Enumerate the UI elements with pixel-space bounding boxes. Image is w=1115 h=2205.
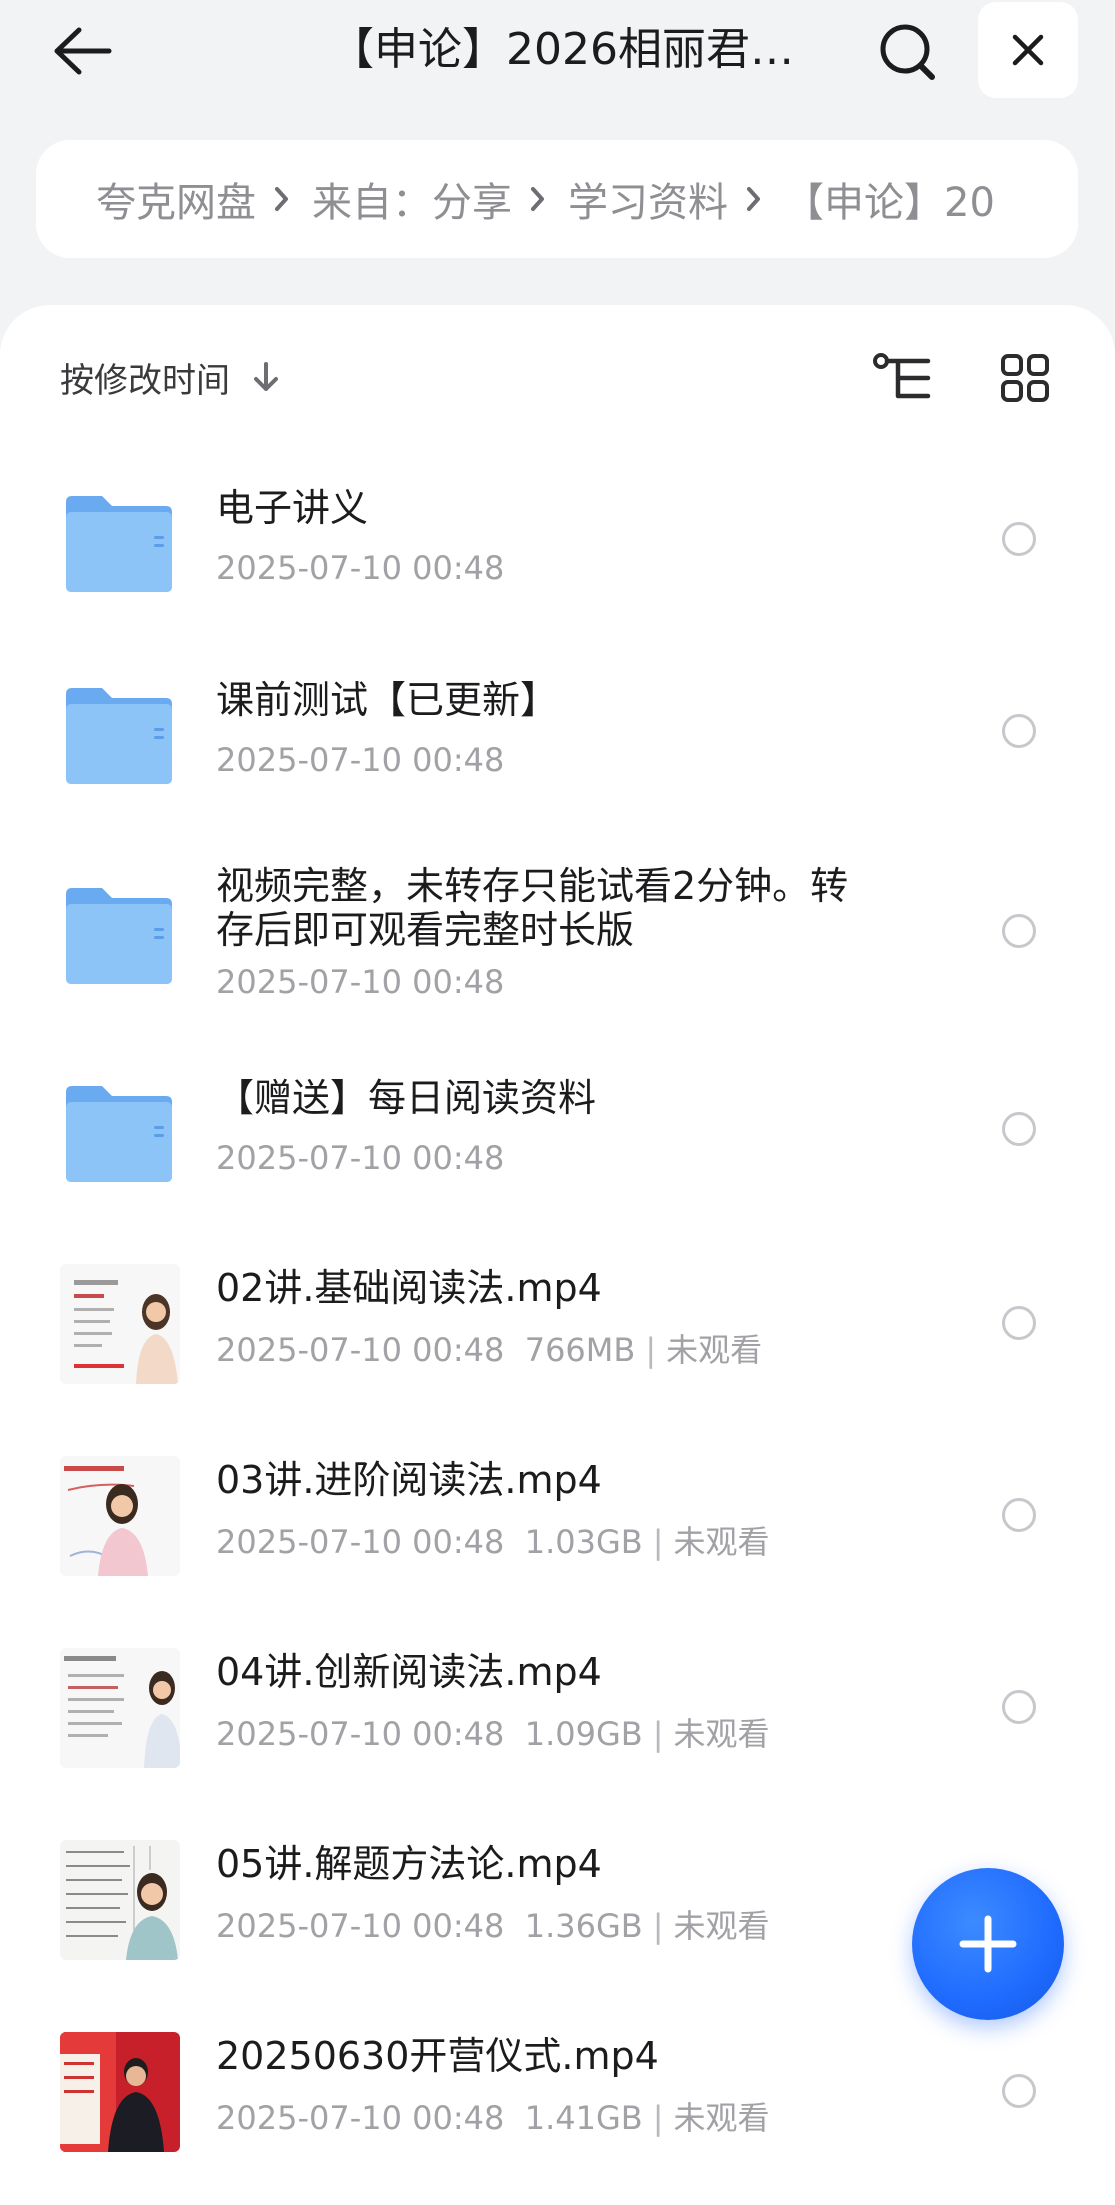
video-thumbnail (60, 1456, 180, 1576)
page-title: 【申论】2026相丽君… (330, 24, 794, 75)
video-thumbnail (60, 1648, 180, 1768)
meta-divider: | (652, 2099, 664, 2137)
close-button[interactable] (978, 2, 1078, 98)
file-date: 2025-07-10 00:48 (216, 1715, 505, 1753)
folder-icon (62, 884, 176, 988)
list-item[interactable]: 【赠送】每日阅读资料 2025-07-10 00:48 (0, 1050, 1115, 1210)
search-icon (880, 24, 935, 80)
arrow-down-icon (252, 361, 280, 393)
folder-icon (62, 492, 176, 596)
select-radio[interactable] (1002, 1690, 1036, 1724)
grid-view-button[interactable] (994, 345, 1056, 411)
video-thumbnail (60, 2032, 180, 2152)
file-meta: 2025-07-10 00:48 1.03GB | 未观看 (216, 1522, 770, 1562)
file-date: 2025-07-10 00:48 (216, 1331, 505, 1369)
file-meta: 2025-07-10 00:48 1.36GB | 未观看 (216, 1906, 770, 1946)
file-name: 课前测试【已更新】 (216, 678, 559, 722)
select-radio[interactable] (1002, 1306, 1036, 1340)
meta-divider: | (652, 1907, 664, 1945)
file-meta: 2025-07-10 00:48 (216, 548, 504, 588)
chevron-right-icon (530, 186, 546, 212)
top-bar: 【申论】2026相丽君… (0, 0, 1115, 110)
list-item[interactable]: 电子讲义 2025-07-10 00:48 (0, 460, 1115, 620)
meta-divider: | (645, 1331, 657, 1369)
file-date: 2025-07-10 00:48 (216, 549, 505, 587)
select-radio[interactable] (1002, 914, 1036, 948)
file-name: 03讲.进阶阅读法.mp4 (216, 1458, 602, 1502)
breadcrumb-item-study[interactable]: 学习资料 (568, 170, 728, 228)
watch-status: 未观看 (673, 1715, 770, 1753)
plus-icon (959, 1915, 1017, 1973)
chevron-right-icon (274, 186, 290, 212)
file-meta: 2025-07-10 00:48 1.09GB | 未观看 (216, 1714, 770, 1754)
file-size: 1.36GB (524, 1907, 643, 1945)
sort-control[interactable]: 按修改时间 (60, 352, 280, 402)
chevron-right-icon (746, 186, 762, 212)
grid-view-icon (1001, 354, 1049, 402)
file-date: 2025-07-10 00:48 (216, 741, 505, 779)
folder-icon (62, 684, 176, 788)
close-icon (1012, 34, 1044, 66)
arrow-left-icon (54, 27, 112, 75)
select-radio[interactable] (1002, 1498, 1036, 1532)
file-size: 1.41GB (524, 2099, 643, 2137)
back-button[interactable] (44, 18, 120, 84)
file-size: 1.03GB (524, 1523, 643, 1561)
file-date: 2025-07-10 00:48 (216, 963, 505, 1001)
list-item[interactable]: 20250630开营仪式.mp4 2025-07-10 00:48 1.41GB… (0, 2010, 1115, 2170)
file-size: 1.09GB (524, 1715, 643, 1753)
file-meta: 2025-07-10 00:48 766MB | 未观看 (216, 1330, 762, 1370)
list-item[interactable]: 课前测试【已更新】 2025-07-10 00:48 (0, 652, 1115, 812)
video-thumbnail (60, 1264, 180, 1384)
tree-view-button[interactable] (868, 345, 938, 411)
meta-divider: | (652, 1523, 664, 1561)
file-name: 04讲.创新阅读法.mp4 (216, 1650, 602, 1694)
select-radio[interactable] (1002, 714, 1036, 748)
file-name: 05讲.解题方法论.mp4 (216, 1842, 602, 1886)
breadcrumb: 夸克网盘 来自：分享 学习资料 【申论】20 (36, 140, 1078, 258)
watch-status: 未观看 (673, 1907, 770, 1945)
file-size: 766MB (524, 1331, 636, 1369)
file-meta: 2025-07-10 00:48 1.41GB | 未观看 (216, 2098, 770, 2138)
meta-divider: | (652, 1715, 664, 1753)
list-item[interactable]: 02讲.基础阅读法.mp4 2025-07-10 00:48 766MB | 未观看 (0, 1242, 1115, 1402)
breadcrumb-item-current[interactable]: 【申论】20 (784, 170, 995, 228)
tree-view-icon (873, 353, 931, 399)
breadcrumb-item-root[interactable]: 夸克网盘 (96, 170, 256, 228)
select-radio[interactable] (1002, 522, 1036, 556)
file-date: 2025-07-10 00:48 (216, 2099, 505, 2137)
search-button[interactable] (870, 14, 946, 90)
watch-status: 未观看 (673, 1523, 770, 1561)
select-radio[interactable] (1002, 1112, 1036, 1146)
video-thumbnail (60, 1840, 180, 1960)
file-name: 【赠送】每日阅读资料 (216, 1076, 597, 1120)
file-name: 02讲.基础阅读法.mp4 (216, 1266, 602, 1310)
breadcrumb-item-share[interactable]: 来自：分享 (312, 170, 512, 228)
watch-status: 未观看 (666, 1331, 763, 1369)
file-meta: 2025-07-10 00:48 (216, 740, 504, 780)
list-item[interactable]: 04讲.创新阅读法.mp4 2025-07-10 00:48 1.09GB | 未观… (0, 1626, 1115, 1786)
list-item[interactable]: 视频完整，未转存只能试看2分钟。转存后即可观看完整时长版 2025-07-10 … (0, 850, 1115, 1030)
folder-icon (62, 1082, 176, 1186)
file-date: 2025-07-10 00:48 (216, 1907, 505, 1945)
file-date: 2025-07-10 00:48 (216, 1523, 505, 1561)
sort-label: 按修改时间 (60, 360, 230, 401)
file-meta: 2025-07-10 00:48 (216, 1138, 504, 1178)
add-button[interactable] (912, 1868, 1064, 2020)
watch-status: 未观看 (673, 2099, 770, 2137)
file-name: 电子讲义 (216, 486, 369, 530)
file-date: 2025-07-10 00:48 (216, 1139, 505, 1177)
file-name: 视频完整，未转存只能试看2分钟。转存后即可观看完整时长版 (216, 864, 849, 952)
list-item[interactable]: 03讲.进阶阅读法.mp4 2025-07-10 00:48 1.03GB | 未观… (0, 1434, 1115, 1594)
select-radio[interactable] (1002, 2074, 1036, 2108)
file-meta: 2025-07-10 00:48 (216, 962, 504, 1002)
file-name: 20250630开营仪式.mp4 (216, 2034, 659, 2078)
